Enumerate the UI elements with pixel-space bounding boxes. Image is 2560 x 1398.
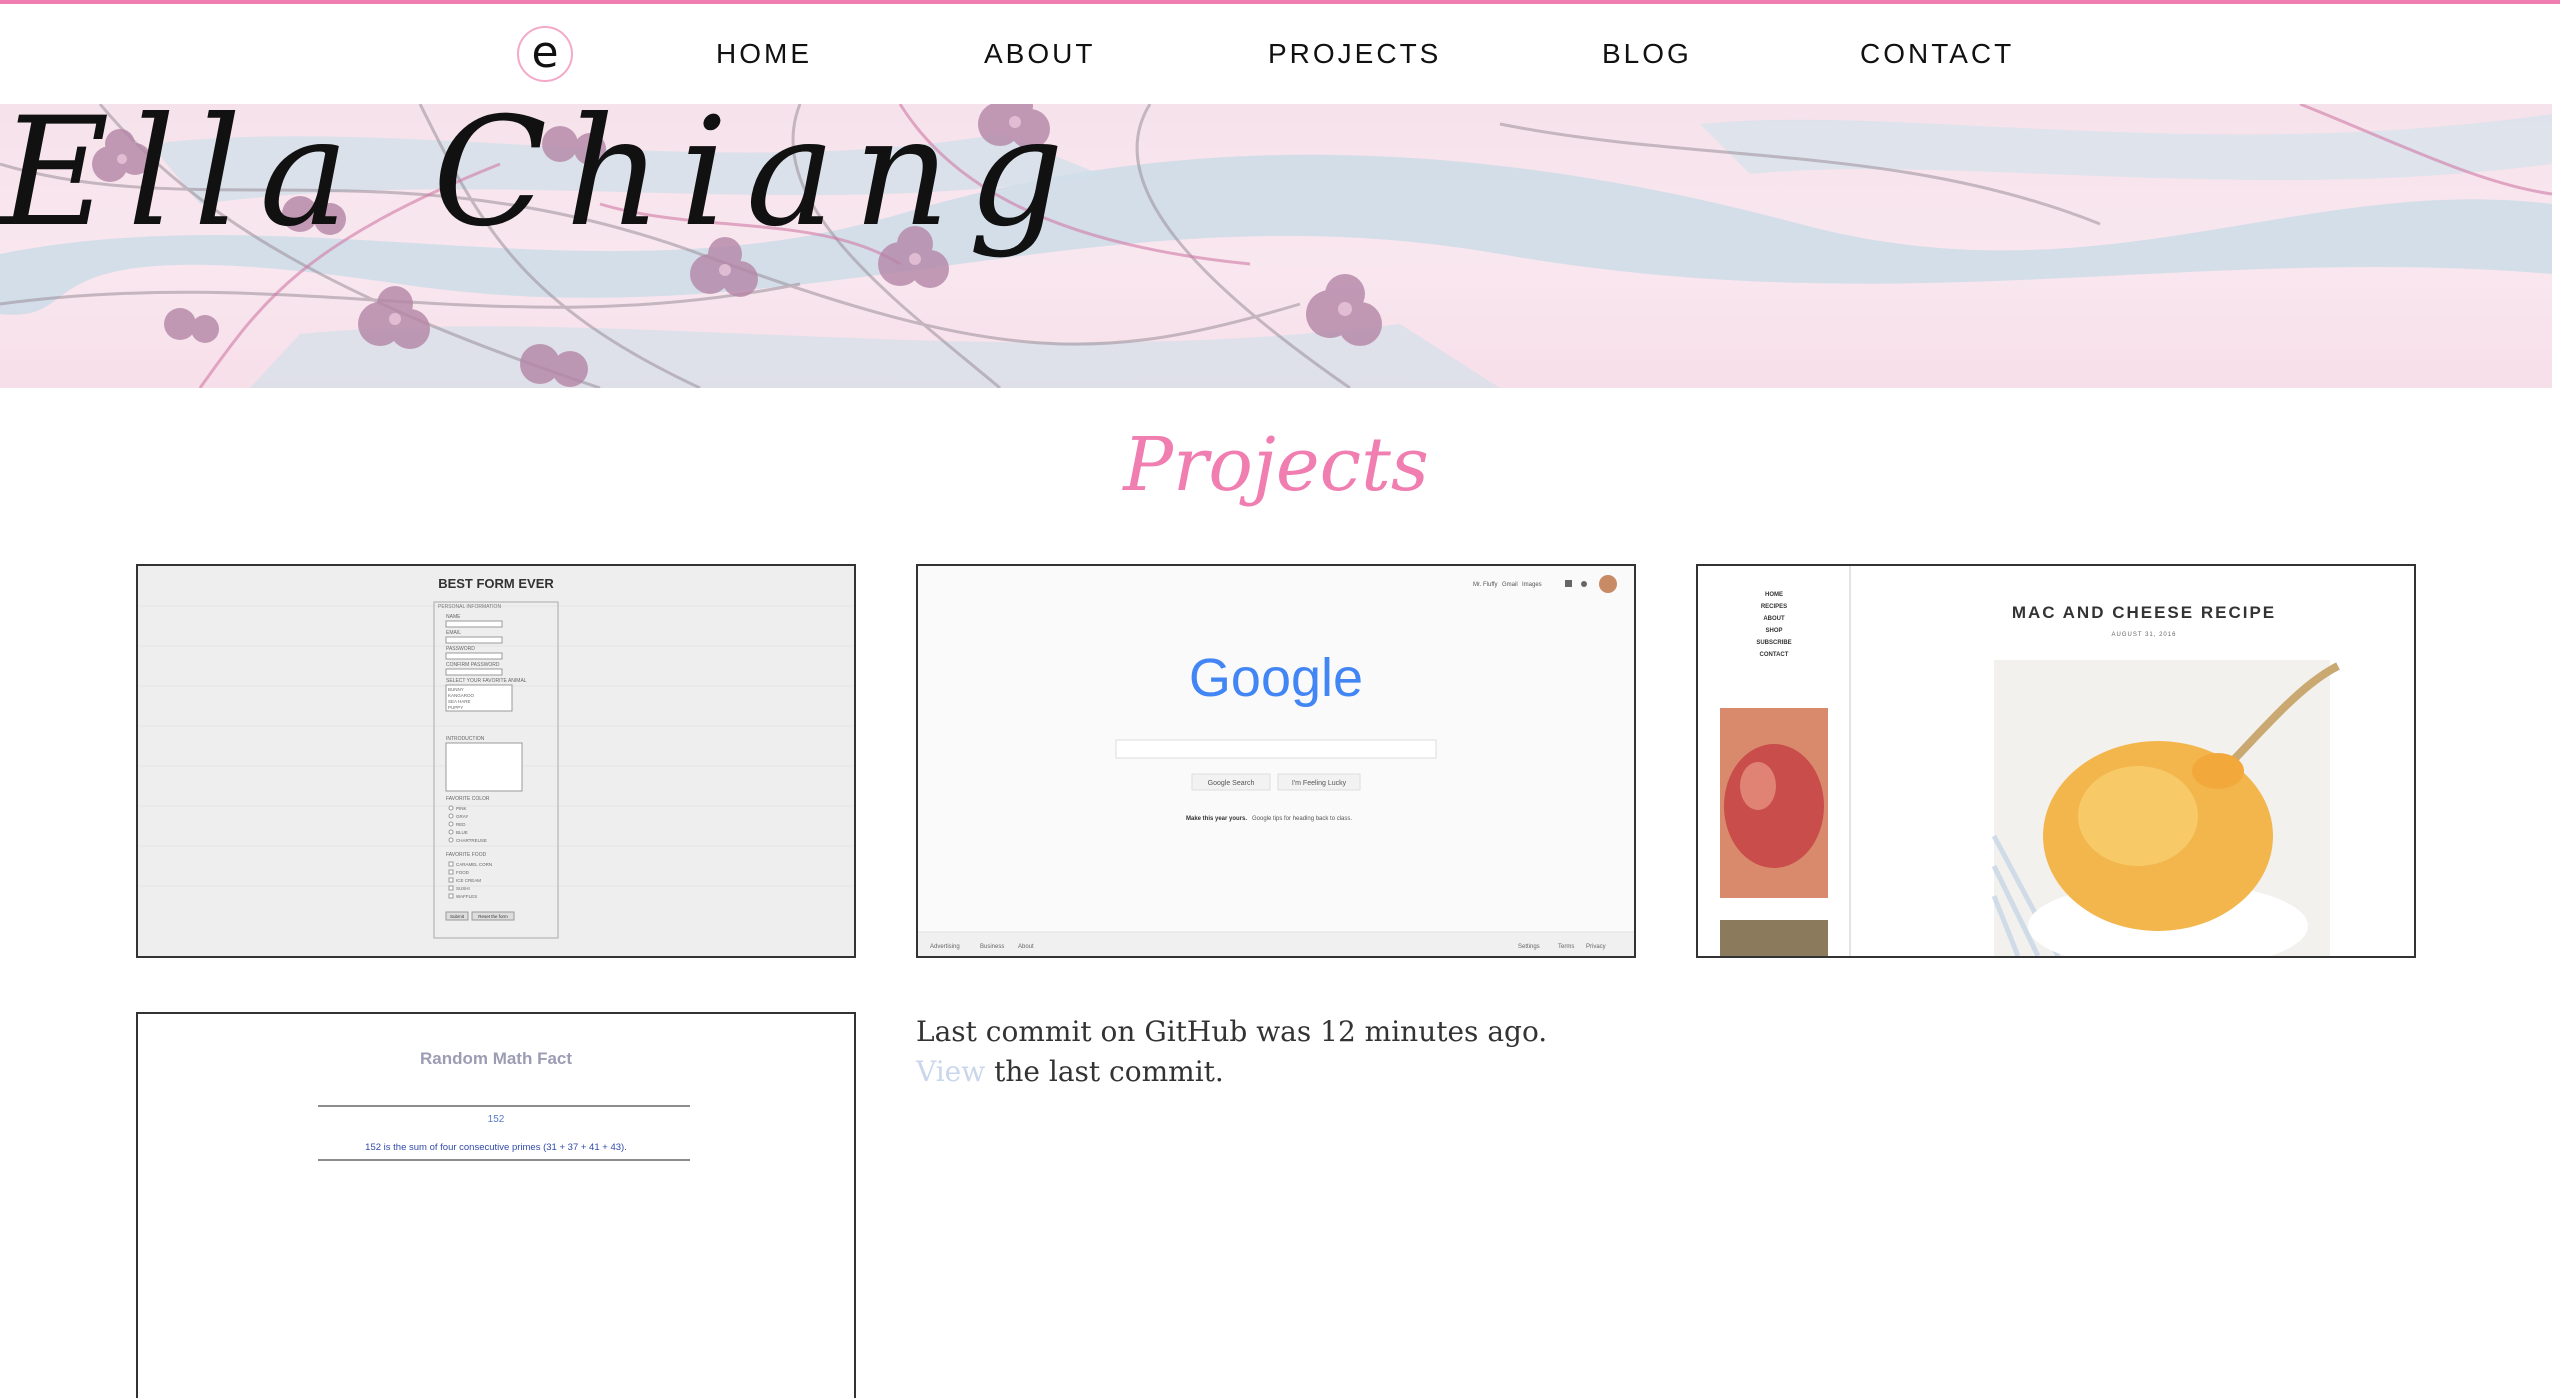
svg-text:KANGAROO: KANGAROO [448, 693, 475, 698]
nav-about[interactable]: ABOUT [984, 38, 1095, 70]
svg-text:PERSONAL INFORMATION: PERSONAL INFORMATION [438, 604, 501, 610]
svg-text:ICE CREAM: ICE CREAM [456, 878, 481, 883]
commit-link-suffix: the last commit. [985, 1055, 1224, 1088]
svg-text:INTRODUCTION: INTRODUCTION [446, 736, 485, 742]
svg-text:PASSWORD: PASSWORD [446, 646, 475, 652]
svg-text:CONTACT: CONTACT [1760, 652, 1789, 658]
top-navigation: e HOME ABOUT PROJECTS BLOG CONTACT [0, 4, 2560, 104]
google-screenshot: Mr. Fluffy Gmail Images Google Google Se… [918, 566, 1634, 956]
svg-text:BLUE: BLUE [456, 830, 468, 835]
view-commit-link[interactable]: View [916, 1055, 985, 1088]
svg-text:BEST FORM EVER: BEST FORM EVER [438, 576, 554, 591]
recipe-screenshot: HOME RECIPES ABOUT SHOP SUBSCRIBE CONTAC… [1698, 566, 2414, 956]
logo-letter: e [531, 27, 559, 78]
svg-text:Business: Business [980, 944, 1004, 950]
project-card-recipe[interactable]: HOME RECIPES ABOUT SHOP SUBSCRIBE CONTAC… [1696, 564, 2416, 958]
svg-text:MAC AND CHEESE RECIPE: MAC AND CHEESE RECIPE [2012, 603, 2276, 622]
svg-text:Gmail: Gmail [1502, 582, 1518, 588]
svg-text:PINK: PINK [456, 806, 467, 811]
svg-text:BUNNY: BUNNY [448, 687, 464, 692]
svg-text:Settings: Settings [1518, 944, 1540, 950]
svg-text:Images: Images [1522, 582, 1542, 588]
svg-text:Reset the form: Reset the form [478, 914, 508, 919]
svg-text:GRAY: GRAY [456, 814, 468, 819]
form-screenshot: BEST FORM EVER PERSONAL INFORMATION NAME… [138, 566, 854, 956]
nav-blog[interactable]: BLOG [1602, 38, 1692, 70]
svg-text:RECIPES: RECIPES [1761, 604, 1787, 610]
svg-text:SUBSCRIBE: SUBSCRIBE [1756, 640, 1791, 646]
svg-text:CONFIRM PASSWORD: CONFIRM PASSWORD [446, 662, 500, 668]
banner-signature: Ella Chiang [0, 104, 1082, 260]
project-card-math[interactable]: Random Math Fact 152 152 is the sum of f… [136, 1012, 856, 1398]
svg-text:SEA HARE: SEA HARE [448, 699, 471, 704]
svg-text:PUPPY: PUPPY [448, 705, 463, 710]
svg-text:Google tips for heading back t: Google tips for heading back to class. [1252, 816, 1352, 822]
commit-link-line: View the last commit. [916, 1052, 1547, 1092]
svg-text:CHARTREUSE: CHARTREUSE [456, 838, 487, 843]
svg-text:CARAMEL CORN: CARAMEL CORN [456, 862, 492, 867]
svg-text:AUGUST 31, 2016: AUGUST 31, 2016 [2112, 632, 2177, 638]
svg-text:Random Math Fact: Random Math Fact [420, 1049, 572, 1068]
svg-text:About: About [1018, 944, 1034, 950]
header-banner: Ella Chiang [0, 104, 2552, 388]
svg-text:152 is the sum of four consecu: 152 is the sum of four consecutive prime… [365, 1142, 627, 1153]
page-title: Projects [1123, 422, 1429, 508]
svg-text:Mr. Fluffy: Mr. Fluffy [1473, 582, 1498, 588]
svg-text:Advertising: Advertising [930, 944, 960, 950]
math-screenshot: Random Math Fact 152 152 is the sum of f… [138, 1014, 854, 1398]
svg-text:Terms: Terms [1558, 944, 1574, 950]
commit-status-text: Last commit on GitHub was 12 minutes ago… [916, 1015, 1548, 1048]
svg-text:I'm Feeling Lucky: I'm Feeling Lucky [1292, 780, 1347, 787]
svg-text:HOME: HOME [1765, 592, 1783, 598]
nav-contact[interactable]: CONTACT [1860, 38, 2014, 70]
svg-text:152: 152 [488, 1114, 505, 1125]
svg-text:Google Search: Google Search [1208, 780, 1255, 787]
svg-text:Privacy: Privacy [1586, 944, 1606, 950]
svg-text:SUSHI: SUSHI [456, 886, 470, 891]
svg-text:NAME: NAME [446, 614, 461, 620]
svg-text:EMAIL: EMAIL [446, 630, 461, 636]
svg-text:Submit: Submit [450, 914, 465, 919]
svg-text:WAFFLES: WAFFLES [456, 894, 477, 899]
svg-text:FAVORITE COLOR: FAVORITE COLOR [446, 796, 490, 802]
svg-text:Ella Chiang: Ella Chiang [0, 104, 1082, 260]
svg-text:RED: RED [456, 822, 466, 827]
project-card-form[interactable]: BEST FORM EVER PERSONAL INFORMATION NAME… [136, 564, 856, 958]
project-card-google[interactable]: Mr. Fluffy Gmail Images Google Google Se… [916, 564, 1636, 958]
svg-text:ABOUT: ABOUT [1763, 616, 1785, 622]
github-commit-info: Last commit on GitHub was 12 minutes ago… [916, 1012, 1547, 1092]
svg-text:FAVORITE FOOD: FAVORITE FOOD [446, 852, 487, 858]
svg-text:SELECT YOUR FAVORITE ANIMAL: SELECT YOUR FAVORITE ANIMAL [446, 678, 527, 684]
svg-text:Google: Google [1189, 648, 1363, 708]
nav-projects[interactable]: PROJECTS [1268, 38, 1441, 70]
svg-text:Make this year yours.: Make this year yours. [1186, 816, 1247, 822]
svg-text:SHOP: SHOP [1765, 628, 1782, 634]
site-logo[interactable]: e [517, 26, 573, 82]
nav-home[interactable]: HOME [716, 38, 812, 70]
svg-text:FOOD: FOOD [456, 870, 470, 875]
